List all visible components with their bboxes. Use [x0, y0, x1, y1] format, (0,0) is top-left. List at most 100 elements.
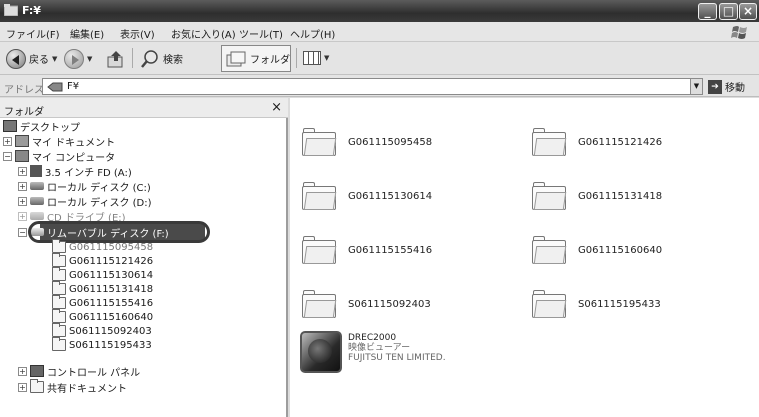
tree-label: G061115130614 [69, 269, 154, 281]
tree-item-desktop[interactable]: デスクトップ [3, 119, 80, 134]
folder-item[interactable]: G061115130614 [302, 176, 432, 216]
collapse-icon[interactable]: − [3, 151, 12, 161]
floppy-icon [30, 165, 42, 177]
expand-icon[interactable]: + [18, 196, 27, 206]
expand-icon[interactable]: + [3, 136, 12, 146]
expand-icon[interactable]: + [18, 166, 27, 176]
search-button[interactable]: 検索 [140, 46, 183, 71]
hard-drive-icon [30, 182, 44, 190]
app-name: DREC2000 [348, 333, 397, 343]
up-folder-button[interactable] [106, 46, 126, 71]
hard-drive-icon [30, 197, 44, 205]
toolbar-separator [296, 48, 297, 68]
tree-item-my-documents[interactable]: + マイ ドキュメント [3, 134, 116, 149]
tree-subfolder[interactable]: G061115121426 [52, 253, 154, 268]
control-panel-icon [30, 365, 44, 377]
folder-icon [4, 4, 18, 16]
tree-subfolder[interactable]: G061115095458 [52, 239, 153, 254]
minimize-icon: _ [704, 4, 711, 18]
folder-icon [52, 281, 66, 295]
folder-item[interactable]: G061115160640 [532, 230, 662, 270]
app-file-item[interactable]: DREC2000 映像ビューアー FUJITSU TEN LIMITED. [300, 331, 446, 373]
back-button[interactable]: 戻る ▼ [6, 46, 57, 71]
views-icon [303, 51, 321, 65]
tree-subfolder[interactable]: G061115160640 [52, 309, 153, 324]
tree-label: G061115121426 [69, 255, 154, 267]
tree-label: 共有ドキュメント [47, 383, 127, 395]
app-description: 映像ビューアー [348, 343, 411, 353]
folder-item[interactable]: G061115155416 [302, 230, 432, 270]
tree-subfolder[interactable]: S061115092403 [52, 323, 152, 338]
folders-button[interactable]: フォルダ [221, 45, 291, 72]
title-bar[interactable]: F:¥ _ □ × [0, 0, 759, 22]
up-folder-icon [107, 50, 123, 67]
windows-logo-icon [731, 26, 747, 39]
tree-label: S061115195433 [69, 339, 152, 351]
tree-subfolder[interactable]: G061115131418 [52, 281, 154, 296]
tree-subfolder[interactable]: G061115155416 [52, 295, 154, 310]
menu-file[interactable]: ファイル(F) [6, 26, 60, 41]
forward-button[interactable]: ▼ [64, 46, 92, 71]
folder-name: S061115195433 [578, 298, 661, 310]
cd-drive-icon [30, 212, 44, 220]
close-button[interactable]: × [739, 3, 757, 20]
folder-item[interactable]: S061115092403 [302, 284, 431, 324]
address-input[interactable]: F¥ [42, 78, 692, 95]
menu-view[interactable]: 表示(V) [120, 26, 155, 41]
menu-edit[interactable]: 編集(E) [70, 26, 104, 41]
window-title: F:¥ [22, 4, 41, 17]
tree-label: マイ ドキュメント [32, 137, 116, 149]
tree-label: マイ コンピュータ [32, 152, 116, 164]
file-list-pane: G061115095458 G061115121426 G06111513061… [290, 98, 759, 417]
tree-item-shared-documents[interactable]: + 共有ドキュメント [18, 379, 127, 395]
folder-item[interactable]: G061115121426 [532, 122, 662, 162]
expand-icon[interactable]: + [18, 382, 27, 392]
toolbar: 戻る ▼ ▼ 検索 フォルダ ▼ [0, 42, 759, 75]
address-dropdown[interactable]: ▼ [690, 78, 703, 95]
folder-icon [52, 323, 66, 337]
go-arrow-icon: ➔ [708, 79, 722, 94]
expand-icon[interactable]: + [18, 366, 27, 376]
folder-name: G061115131418 [578, 190, 663, 202]
folder-icon [52, 267, 66, 281]
back-arrow-icon [6, 48, 26, 69]
tree-subfolder[interactable]: G061115130614 [52, 267, 154, 282]
tree-subfolder[interactable]: S061115195433 [52, 337, 152, 352]
views-button[interactable]: ▼ [303, 47, 333, 69]
folder-icon [302, 182, 337, 210]
computer-icon [15, 150, 29, 162]
collapse-icon[interactable]: − [18, 227, 27, 237]
menu-help[interactable]: ヘルプ(H) [290, 26, 335, 41]
folder-icon [302, 128, 337, 156]
go-button[interactable]: ➔ 移動 [708, 78, 745, 95]
tree-label: ローカル ディスク (C:) [47, 182, 151, 194]
tree-item-local-c[interactable]: + ローカル ディスク (C:) [18, 179, 151, 194]
folder-icon [52, 295, 66, 309]
tree-item-control-panel[interactable]: + コントロール パネル [18, 364, 140, 379]
toolbar-separator [132, 48, 133, 68]
desktop-icon [3, 120, 17, 132]
tree-item-local-d[interactable]: + ローカル ディスク (D:) [18, 194, 152, 209]
chevron-down-icon: ▼ [693, 82, 700, 90]
expand-icon[interactable]: + [18, 211, 27, 221]
folder-item[interactable]: S061115195433 [532, 284, 661, 324]
folders-label: フォルダ [250, 55, 290, 66]
documents-icon [15, 135, 29, 147]
tree-item-my-computer[interactable]: − マイ コンピュータ [3, 149, 116, 164]
menu-tools[interactable]: ツール(T) [239, 26, 283, 41]
back-label: 戻る [29, 55, 49, 66]
folder-item[interactable]: G061115095458 [302, 122, 432, 162]
minimize-button[interactable]: _ [698, 3, 717, 20]
tree-item-floppy[interactable]: + 3.5 インチ FD (A:) [18, 164, 132, 179]
tree-label: G061115131418 [69, 283, 154, 295]
menu-favorites[interactable]: お気に入り(A) [171, 26, 236, 41]
maximize-button[interactable]: □ [719, 3, 738, 20]
close-pane-icon[interactable]: × [271, 100, 282, 115]
folder-item[interactable]: G061115131418 [532, 176, 662, 216]
folder-icon [52, 239, 66, 253]
menu-bar: ファイル(F) 編集(E) 表示(V) お気に入り(A) ツール(T) ヘルプ(… [0, 22, 759, 42]
tree-label: G061115155416 [69, 297, 154, 309]
expand-icon[interactable]: + [18, 181, 27, 191]
search-label: 検索 [163, 55, 183, 66]
folder-pane-title: フォルダ [4, 107, 44, 118]
